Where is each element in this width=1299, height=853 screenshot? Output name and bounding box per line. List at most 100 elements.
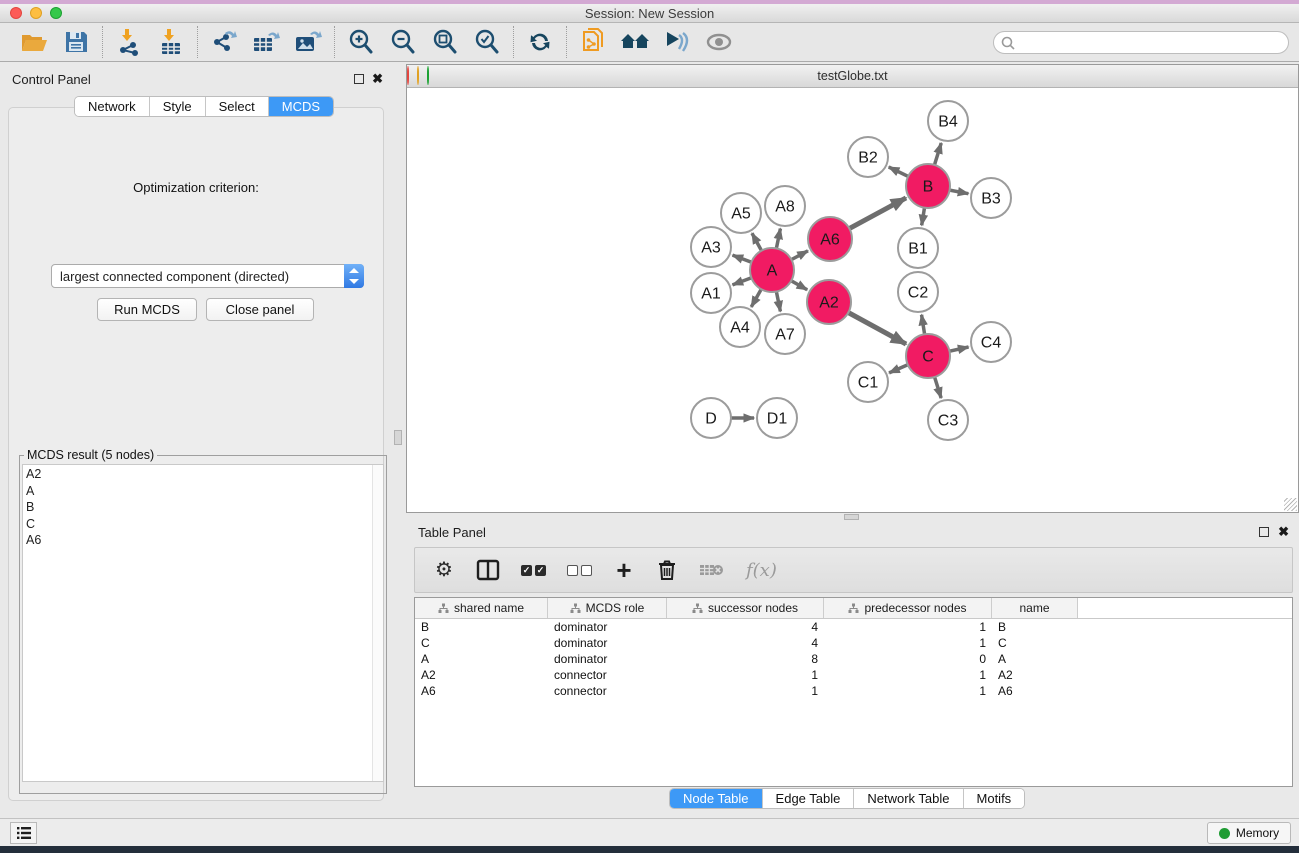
refresh-view-icon[interactable] xyxy=(524,26,556,58)
result-item[interactable]: C xyxy=(26,516,383,533)
split-table-icon[interactable] xyxy=(476,558,500,582)
result-scrollbar[interactable] xyxy=(372,465,383,781)
import-table-icon[interactable] xyxy=(155,26,187,58)
table-cell[interactable]: A xyxy=(415,652,548,666)
close-panel-button[interactable]: Close panel xyxy=(206,298,314,321)
node-C[interactable]: C xyxy=(906,334,950,378)
table-cell[interactable]: B xyxy=(992,620,1078,634)
node-A1[interactable]: A1 xyxy=(691,273,731,313)
search-input[interactable] xyxy=(1016,34,1288,52)
network-graph[interactable]: B4B2BB3A5A8A6A3B1AA1C2A2A4A7CC4C1C3DD1 xyxy=(407,88,1298,512)
table-cell[interactable]: dominator xyxy=(548,620,667,634)
table-cell[interactable]: connector xyxy=(548,684,667,698)
table-cell[interactable]: 1 xyxy=(824,636,992,650)
table-cell[interactable]: 4 xyxy=(667,620,824,634)
tab-mcds[interactable]: MCDS xyxy=(269,97,333,116)
node-A4[interactable]: A4 xyxy=(720,307,760,347)
open-file-icon[interactable] xyxy=(18,26,50,58)
export-image-icon[interactable] xyxy=(292,26,324,58)
edge-A2-C[interactable] xyxy=(845,311,906,344)
table-cell[interactable]: 1 xyxy=(824,620,992,634)
table-cell[interactable]: 1 xyxy=(824,684,992,698)
node-C2[interactable]: C2 xyxy=(898,272,938,312)
run-mcds-button[interactable]: Run MCDS xyxy=(97,298,197,321)
export-table-icon[interactable] xyxy=(250,26,282,58)
table-cell[interactable]: connector xyxy=(548,668,667,682)
node-D1[interactable]: D1 xyxy=(757,398,797,438)
table-cell[interactable]: A6 xyxy=(415,684,548,698)
table-cell[interactable]: 4 xyxy=(667,636,824,650)
column-header-shared-name[interactable]: shared name xyxy=(415,598,548,618)
table-row[interactable]: Bdominator41B xyxy=(415,619,1292,635)
tab-edge-table[interactable]: Edge Table xyxy=(763,789,855,808)
zoom-out-icon[interactable] xyxy=(387,26,419,58)
node-B4[interactable]: B4 xyxy=(928,101,968,141)
table-cell[interactable]: dominator xyxy=(548,652,667,666)
table-cell[interactable]: 0 xyxy=(824,652,992,666)
table-row[interactable]: Cdominator41C xyxy=(415,635,1292,651)
network-window-titlebar[interactable]: testGlobe.txt xyxy=(407,65,1298,88)
table-cell[interactable]: C xyxy=(415,636,548,650)
tab-select[interactable]: Select xyxy=(206,97,269,116)
column-header-successor-nodes[interactable]: successor nodes xyxy=(667,598,824,618)
duplicate-network-icon[interactable] xyxy=(577,26,609,58)
table-row[interactable]: A2connector11A2 xyxy=(415,667,1292,683)
node-C4[interactable]: C4 xyxy=(971,322,1011,362)
node-B1[interactable]: B1 xyxy=(898,228,938,268)
node-B[interactable]: B xyxy=(906,164,950,208)
table-cell[interactable]: A2 xyxy=(992,668,1078,682)
zoom-in-icon[interactable] xyxy=(345,26,377,58)
table-cell[interactable]: 1 xyxy=(667,684,824,698)
close-panel-icon[interactable]: ✖ xyxy=(372,71,383,87)
node-A2[interactable]: A2 xyxy=(807,280,851,324)
table-cell[interactable]: A xyxy=(992,652,1078,666)
column-header-mcds-role[interactable]: MCDS role xyxy=(548,598,667,618)
delete-table-icon[interactable] xyxy=(699,558,725,582)
tab-network[interactable]: Network xyxy=(75,97,150,116)
result-item[interactable]: A6 xyxy=(26,532,383,549)
tab-node-table[interactable]: Node Table xyxy=(670,789,763,808)
show-all-networks-icon[interactable] xyxy=(619,26,651,58)
table-cell[interactable]: C xyxy=(992,636,1078,650)
node-A6[interactable]: A6 xyxy=(808,217,852,261)
table-cell[interactable]: 8 xyxy=(667,652,824,666)
export-network-icon[interactable] xyxy=(208,26,240,58)
result-item[interactable]: A2 xyxy=(26,466,383,483)
table-cell[interactable]: A2 xyxy=(415,668,548,682)
node-D[interactable]: D xyxy=(691,398,731,438)
edge-A6-B[interactable] xyxy=(846,198,906,231)
vertical-splitter-handle[interactable] xyxy=(394,430,402,445)
table-cell[interactable]: 1 xyxy=(824,668,992,682)
optimization-criterion-select[interactable]: largest connected component (directed) xyxy=(51,264,364,288)
node-B2[interactable]: B2 xyxy=(848,137,888,177)
window-resize-grip[interactable] xyxy=(1284,498,1297,511)
table-cell[interactable]: 1 xyxy=(667,668,824,682)
add-column-icon[interactable]: + xyxy=(613,558,635,582)
table-cell[interactable]: dominator xyxy=(548,636,667,650)
zoom-fit-icon[interactable] xyxy=(429,26,461,58)
table-cell[interactable]: A6 xyxy=(992,684,1078,698)
table-cell[interactable]: B xyxy=(415,620,548,634)
node-A3[interactable]: A3 xyxy=(691,227,731,267)
table-row[interactable]: A6connector11A6 xyxy=(415,683,1292,699)
result-item[interactable]: B xyxy=(26,499,383,516)
table-row[interactable]: Adominator80A xyxy=(415,651,1292,667)
tab-network-table[interactable]: Network Table xyxy=(854,789,963,808)
node-A8[interactable]: A8 xyxy=(765,186,805,226)
tab-motifs[interactable]: Motifs xyxy=(964,789,1025,808)
tab-style[interactable]: Style xyxy=(150,97,206,116)
node-A5[interactable]: A5 xyxy=(721,193,761,233)
save-session-icon[interactable] xyxy=(60,26,92,58)
task-history-button[interactable] xyxy=(10,822,37,844)
column-header-predecessor-nodes[interactable]: predecessor nodes xyxy=(824,598,992,618)
function-builder-icon[interactable]: f(x) xyxy=(746,558,777,582)
import-network-icon[interactable] xyxy=(113,26,145,58)
node-B3[interactable]: B3 xyxy=(971,178,1011,218)
delete-column-icon[interactable] xyxy=(656,558,678,582)
zoom-selected-icon[interactable] xyxy=(471,26,503,58)
memory-button[interactable]: Memory xyxy=(1207,822,1291,844)
float-table-panel-icon[interactable] xyxy=(1259,527,1269,537)
close-table-panel-icon[interactable]: ✖ xyxy=(1278,524,1289,540)
node-C3[interactable]: C3 xyxy=(928,400,968,440)
select-all-columns-icon[interactable]: ✓✓ xyxy=(521,558,546,582)
